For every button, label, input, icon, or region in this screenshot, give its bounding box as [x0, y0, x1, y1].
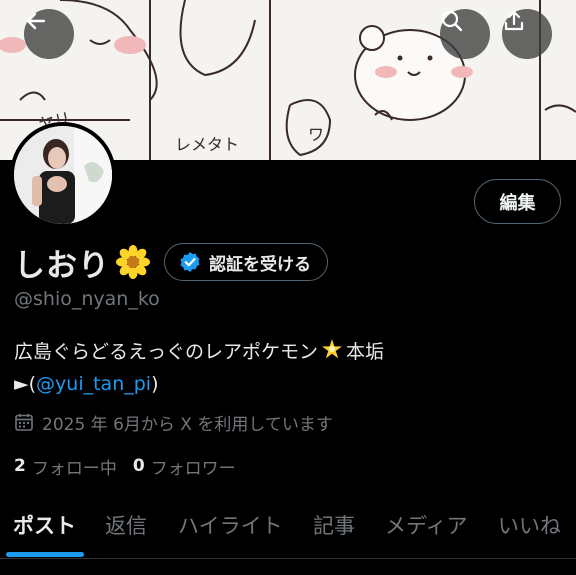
tab-likes[interactable]: いいね — [498, 510, 561, 540]
user-handle: @shio_nyan_ko — [14, 288, 160, 310]
arrow-left-icon — [26, 12, 46, 30]
name-row: しおり 認証を受ける — [14, 240, 328, 284]
bio-text: 広島ぐらどるえっぐのレアポケモン — [14, 341, 319, 363]
search-button[interactable] — [440, 9, 490, 59]
search-icon — [441, 10, 463, 32]
following-label[interactable]: フォロー中 — [32, 454, 117, 479]
bio-link-suffix: ) — [151, 373, 159, 395]
tab-media[interactable]: メディア — [385, 510, 468, 540]
display-name: しおり — [14, 247, 110, 284]
active-tab-indicator — [6, 552, 84, 557]
verify-label: 認証を受ける — [209, 254, 311, 275]
banner-text-2: ワ — [308, 125, 324, 144]
tab-articles[interactable]: 記事 — [313, 510, 355, 540]
joined-text: 2025 年 6月から X を利用しています — [42, 414, 333, 435]
back-button[interactable] — [24, 9, 74, 59]
following-count[interactable]: 2 — [14, 456, 26, 476]
verified-badge-icon — [180, 252, 200, 272]
flower-icon — [116, 245, 150, 279]
bio-link-prefix: ►( — [14, 373, 37, 395]
edit-profile-button[interactable]: 編集 — [474, 179, 561, 224]
tab-replies[interactable]: 返信 — [105, 510, 147, 540]
glowing-star-icon — [322, 339, 343, 359]
bio-text-tail: 本垢 — [346, 341, 385, 363]
tab-highlights[interactable]: ハイライト — [178, 510, 283, 540]
profile-avatar[interactable] — [10, 122, 116, 228]
bio-line-2: ►(@yui_tan_pi) — [14, 368, 564, 400]
avatar-photo — [14, 126, 112, 224]
calendar-icon — [15, 414, 33, 431]
tabs-divider — [0, 558, 576, 559]
share-upload-icon — [504, 10, 524, 31]
get-verified-button[interactable]: 認証を受ける — [164, 243, 328, 281]
banner-text-1: レメタト — [175, 135, 239, 154]
share-button[interactable] — [502, 9, 552, 59]
profile-bio: 広島ぐらどるえっぐのレアポケモン 本垢 ►(@yui_tan_pi) — [14, 336, 564, 400]
tab-posts[interactable]: ポスト — [13, 510, 76, 540]
joined-date: 2025 年 6月から X を利用しています — [14, 410, 333, 435]
bio-line-1: 広島ぐらどるえっぐのレアポケモン 本垢 — [14, 336, 564, 368]
followers-label[interactable]: フォロワー — [151, 454, 236, 479]
mention-link[interactable]: @yui_tan_pi — [36, 373, 151, 395]
followers-count[interactable]: 0 — [133, 456, 145, 476]
follow-stats: 2 フォロー中 0 フォロワー — [14, 453, 252, 479]
profile-tabs: ポスト 返信 ハイライト 記事 メディア いいね — [0, 500, 576, 558]
